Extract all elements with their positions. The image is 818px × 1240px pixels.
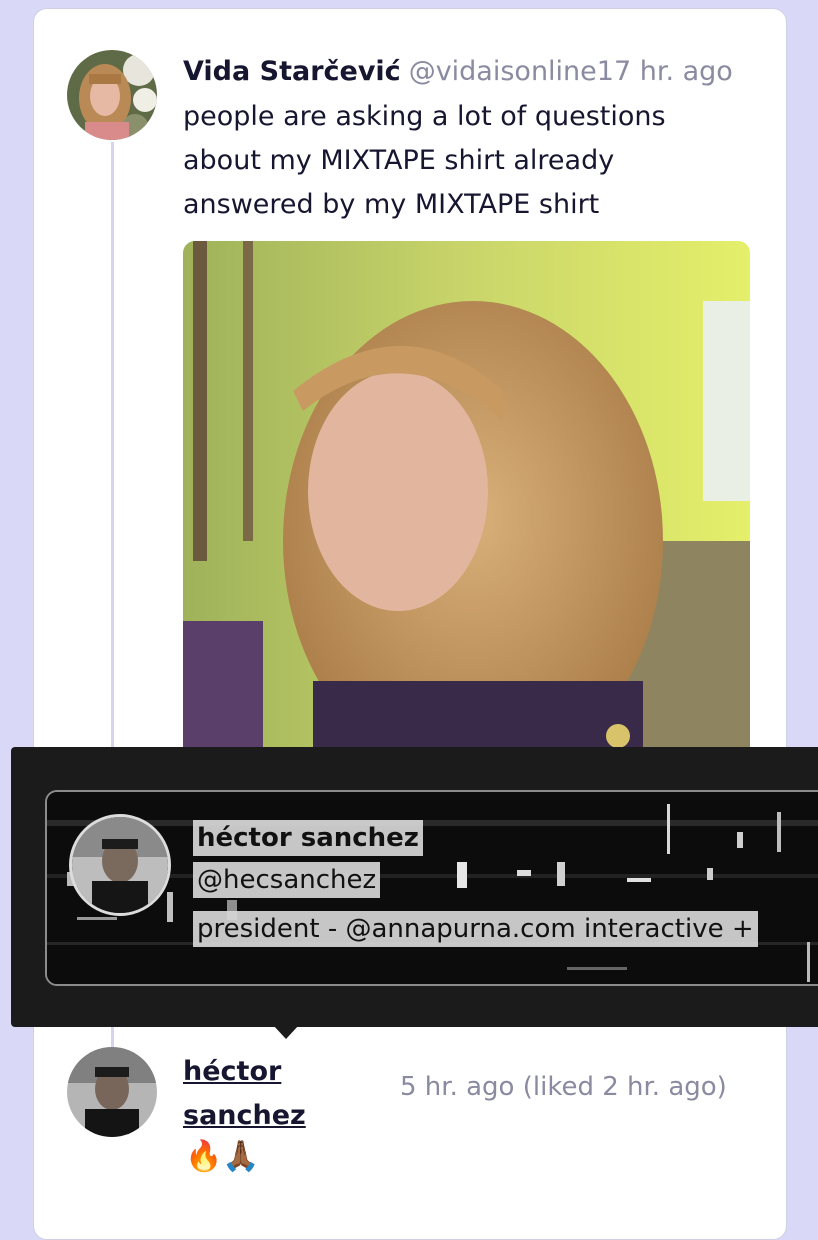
author-avatar[interactable] [67, 50, 157, 140]
reply-author-name[interactable]: héctor sanchez [183, 1050, 383, 1138]
profile-card-avatar[interactable] [69, 814, 171, 916]
tooltip-arrow [273, 1025, 299, 1039]
profile-card-name[interactable]: héctor sanchez [193, 820, 423, 856]
profile-card-bio: president - @annapurna.com interactive + [193, 911, 758, 947]
post-header: Vida Starčević @vidaisonline17 hr. ago [183, 52, 733, 92]
post-line: people are asking a lot of questions [183, 101, 666, 132]
post-timestamp[interactable]: 17 hr. ago [597, 56, 733, 87]
profile-card-handle[interactable]: @hecsanchez [193, 862, 381, 898]
author-handle[interactable]: @vidaisonline [409, 56, 597, 87]
reply-avatar[interactable] [67, 1047, 157, 1137]
post-line: answered by my MIXTAPE shirt [183, 189, 600, 220]
author-name[interactable]: Vida Starčević [183, 56, 401, 87]
reply-timestamp[interactable]: 5 hr. ago (liked 2 hr. ago) [400, 1072, 727, 1102]
post-text: people are asking a lot of questions abo… [183, 95, 743, 227]
profile-card[interactable]: héctor sanchez @hecsanchez president - @… [45, 790, 818, 986]
post-photo[interactable] [183, 241, 750, 761]
reply-text: 🔥🙏🏾 [185, 1139, 260, 1174]
post-line: about my MIXTAPE shirt already [183, 145, 615, 176]
